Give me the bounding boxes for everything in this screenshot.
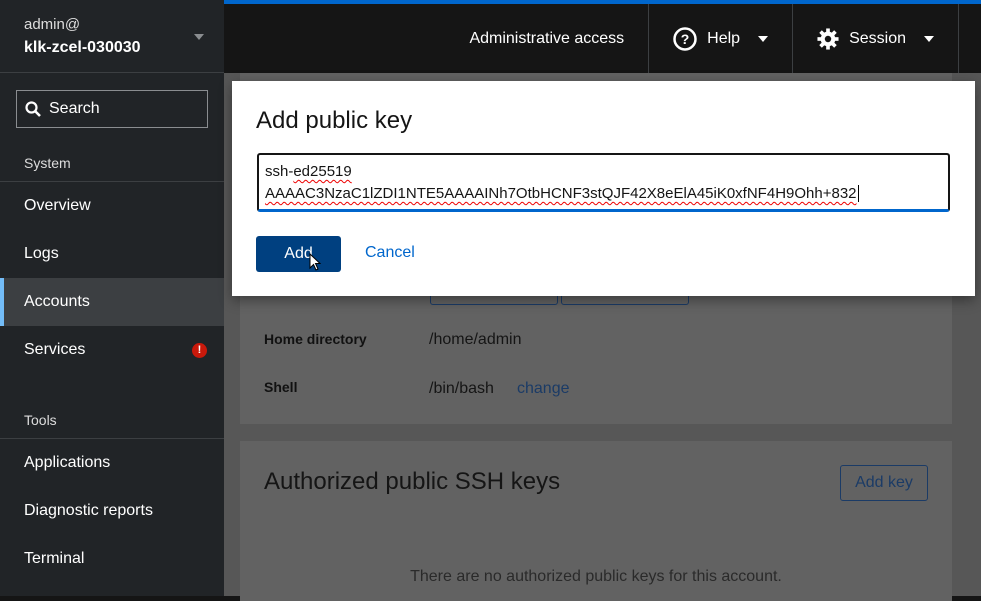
host-switcher[interactable]: admin@ klk-zcel-030030 — [0, 0, 224, 73]
sidebar-item-label: Logs — [24, 245, 59, 262]
sidebar-item-terminal[interactable]: Terminal — [0, 535, 224, 583]
empty-keys-message: There are no authorized public keys for … — [410, 568, 782, 585]
home-directory-value: /home/admin — [429, 331, 522, 348]
help-menu[interactable]: ? Help — [648, 4, 792, 73]
caret-down-icon — [924, 35, 934, 47]
svg-text:?: ? — [681, 31, 690, 47]
sidebar-item-applications[interactable]: Applications — [0, 439, 224, 487]
home-directory-label: Home directory — [264, 331, 367, 347]
section-system: System — [0, 128, 224, 182]
session-label: Session — [849, 29, 906, 47]
caret-down-icon — [758, 35, 769, 47]
cancel-button[interactable]: Cancel — [365, 244, 415, 262]
session-menu[interactable]: Session — [792, 4, 959, 73]
error-icon: ! — [192, 342, 207, 358]
change-shell-link[interactable]: change — [517, 380, 570, 398]
help-icon: ? — [673, 26, 697, 51]
sidebar-item-logs[interactable]: Logs — [0, 230, 224, 278]
sidebar-item-services[interactable]: Services! — [0, 326, 224, 374]
sidebar-item-label: Services — [24, 341, 86, 358]
sidebar-item-label: Diagnostic reports — [24, 502, 153, 519]
dialog-title: Add public key — [256, 107, 413, 134]
sidebar-item-label: Terminal — [24, 550, 85, 567]
ssh-keys-title: Authorized public SSH keys — [264, 468, 561, 495]
shell-value: /bin/bash — [429, 380, 494, 397]
section-tools: Tools — [0, 374, 224, 439]
search-icon — [25, 101, 41, 117]
sidebar-item-label: Accounts — [24, 293, 90, 310]
gear-icon — [817, 27, 839, 50]
sidebar-item-label: Overview — [24, 197, 91, 214]
key-data-text: AAAAC3NzaC1lZDI1NTE5AAAAINh7OtbHCNF3stQJ… — [265, 185, 857, 202]
host-name: klk-zcel-030030 — [24, 39, 141, 56]
top-bar: Administrative access ? Help Session — [224, 0, 981, 73]
administrative-access-button[interactable]: Administrative access — [445, 4, 648, 73]
mouse-cursor-icon — [309, 253, 321, 271]
help-label: Help — [707, 29, 741, 47]
admin-access-label: Administrative access — [469, 29, 625, 47]
sidebar-item-label: Applications — [24, 454, 111, 471]
key-type-text: ed25519 — [293, 163, 352, 180]
sidebar: admin@ klk-zcel-030030 Search System Ove… — [0, 0, 224, 596]
caret-down-icon — [194, 34, 204, 45]
sidebar-item-accounts[interactable]: Accounts — [0, 278, 224, 326]
add-button[interactable]: Add — [256, 236, 341, 272]
add-key-button[interactable]: Add key — [840, 465, 928, 501]
search-placeholder: Search — [49, 100, 100, 117]
public-key-textarea[interactable]: ssh-ed25519 AAAAC3NzaC1lZDI1NTE5AAAAINh7… — [257, 153, 950, 212]
shell-label: Shell — [264, 379, 298, 395]
ssh-keys-card: Authorized public SSH keys Add key There… — [240, 441, 952, 601]
sidebar-item-diagnostic-reports[interactable]: Diagnostic reports — [0, 487, 224, 535]
user-label: admin@ — [24, 16, 81, 33]
sidebar-item-overview[interactable]: Overview — [0, 182, 224, 230]
search-input[interactable]: Search — [16, 90, 208, 128]
add-public-key-dialog: Add public key ssh-ed25519 AAAAC3NzaC1lZ… — [232, 81, 975, 296]
